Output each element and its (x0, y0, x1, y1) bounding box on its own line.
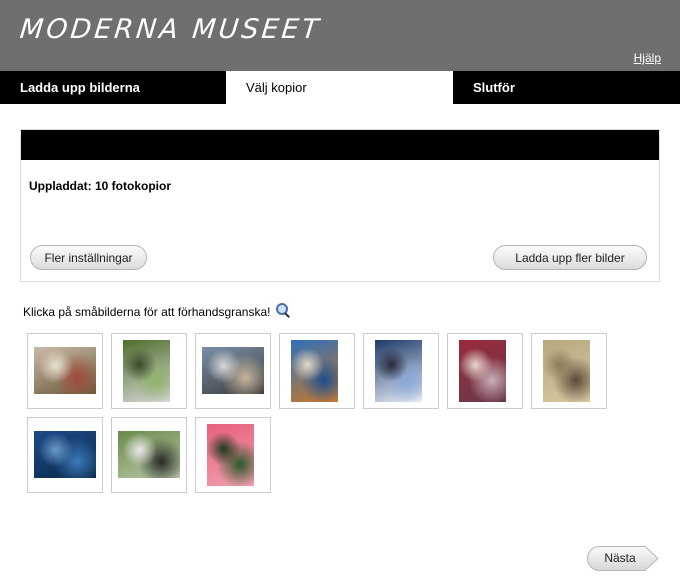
logo: MODERNA MUSEET (18, 14, 323, 45)
help-link[interactable]: Hjälp (634, 51, 661, 65)
tab-upload[interactable]: Ladda upp bilderna (0, 71, 226, 104)
thumbnail[interactable] (447, 333, 523, 409)
thumbnail[interactable] (531, 333, 607, 409)
thumbnail[interactable] (279, 333, 355, 409)
thumbnail[interactable] (195, 417, 271, 493)
thumbnail-image (207, 424, 254, 486)
thumbnail-image (459, 340, 506, 402)
thumbnail-image (34, 431, 96, 478)
thumbnail[interactable] (363, 333, 439, 409)
thumbnail-image (34, 347, 96, 394)
thumbnail[interactable] (195, 333, 271, 409)
uploaded-count: Uppladdat: 10 fotokopior (29, 179, 171, 193)
upload-more-button[interactable]: Ladda upp fler bilder (493, 245, 647, 270)
thumbnail-image (375, 340, 422, 402)
upload-panel: Uppladdat: 10 fotokopior Fler inställnin… (20, 129, 660, 282)
thumbnail-image (543, 340, 590, 402)
magnifier-icon (275, 303, 290, 317)
next-button[interactable]: Nästa (587, 546, 659, 571)
header: MODERNA MUSEET Hjälp (0, 0, 680, 71)
panel-header-bar (21, 130, 659, 160)
thumbnail-image (123, 340, 170, 402)
thumbnail[interactable] (111, 333, 187, 409)
thumbnail-image (118, 431, 180, 478)
more-settings-button[interactable]: Fler inställningar (30, 245, 147, 270)
thumbnail[interactable] (27, 333, 103, 409)
thumbnail[interactable] (27, 417, 103, 493)
next-label: Nästa (604, 551, 636, 565)
step-tabs: Ladda upp bilderna Välj kopior Slutför (0, 71, 680, 104)
thumbnail-image (291, 340, 338, 402)
thumbnail-image (202, 347, 264, 394)
thumbnail[interactable] (111, 417, 187, 493)
tab-finish[interactable]: Slutför (453, 71, 680, 104)
preview-instruction: Klicka på småbilderna för att förhandsgr… (23, 303, 290, 319)
tab-select-copies[interactable]: Välj kopior (226, 71, 453, 104)
instruction-text: Klicka på småbilderna för att förhandsgr… (23, 305, 271, 319)
